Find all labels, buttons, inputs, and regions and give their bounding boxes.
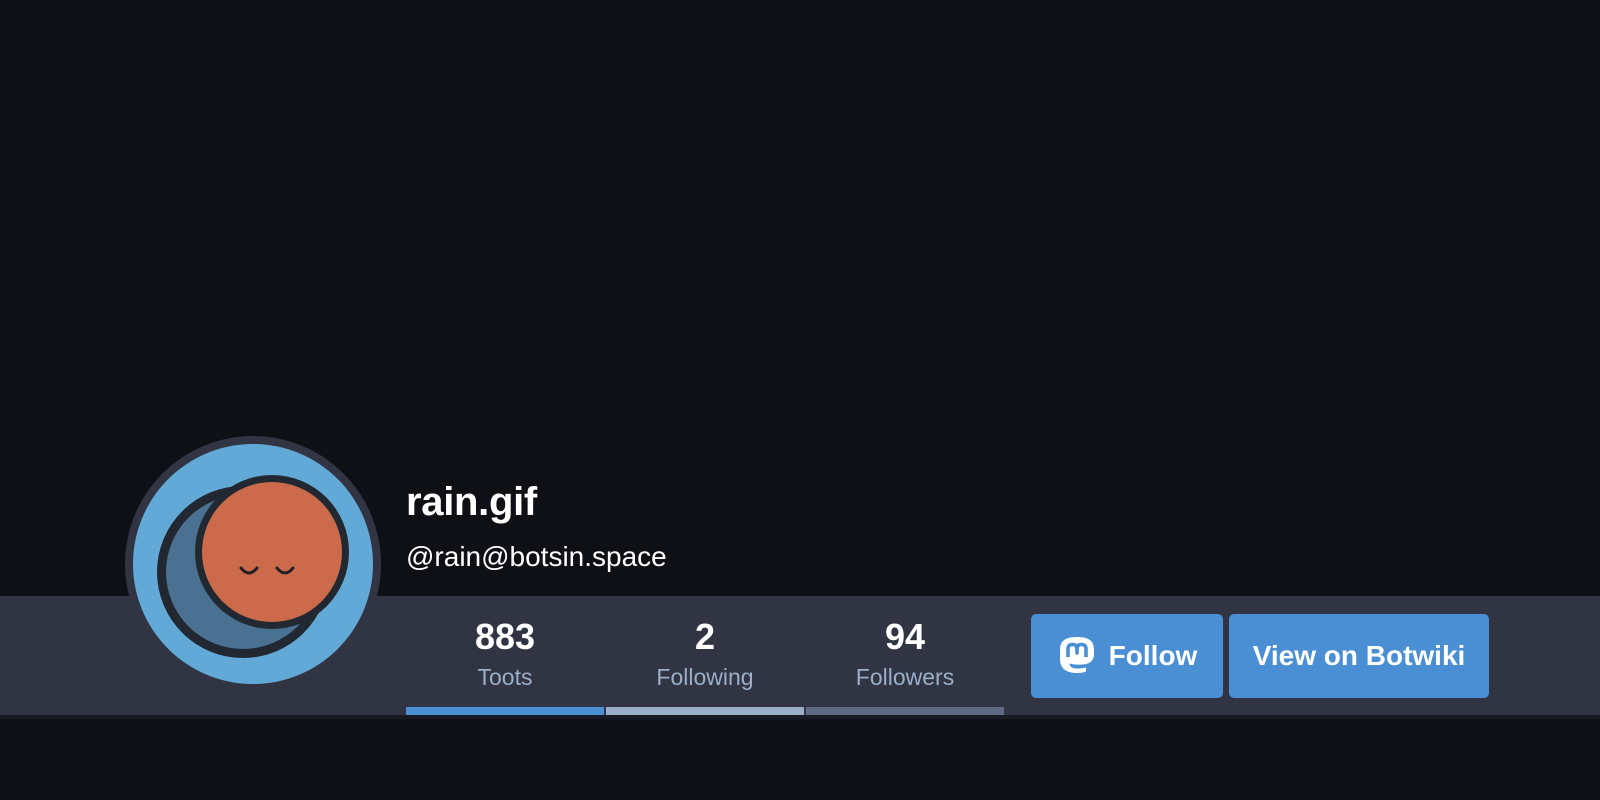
stats-bar-shadow [0,715,1600,719]
view-on-botwiki-label: View on Botwiki [1252,640,1466,671]
stat-label: Followers [855,664,955,690]
stat-underline [806,707,1004,715]
stat-count: 883 [474,616,536,657]
stat-label: Toots [477,664,533,690]
moon-face-avatar-icon [157,475,349,658]
avatar-frame [125,436,381,692]
stat-label: Following [656,664,754,690]
stat-count: 94 [884,616,926,657]
stat-count: 2 [694,616,716,657]
stat-underline [606,707,804,715]
mastodon-icon [1059,637,1094,673]
display-name: rain.gif [406,480,537,524]
avatar [133,444,373,684]
follow-button-label: Follow [1108,640,1198,671]
account-handle: @rain@botsin.space [406,541,667,572]
stat-following[interactable]: 2 Following [606,596,804,715]
view-on-botwiki-button[interactable]: View on Botwiki [1229,614,1489,698]
follow-button[interactable]: Follow [1031,614,1223,698]
stat-followers[interactable]: 94 Followers [806,596,1004,715]
stat-underline [406,707,604,715]
profile-page: rain.gif @rain@botsin.space 883 Toots 2 … [0,0,1600,800]
stat-toots[interactable]: 883 Toots [406,596,604,715]
